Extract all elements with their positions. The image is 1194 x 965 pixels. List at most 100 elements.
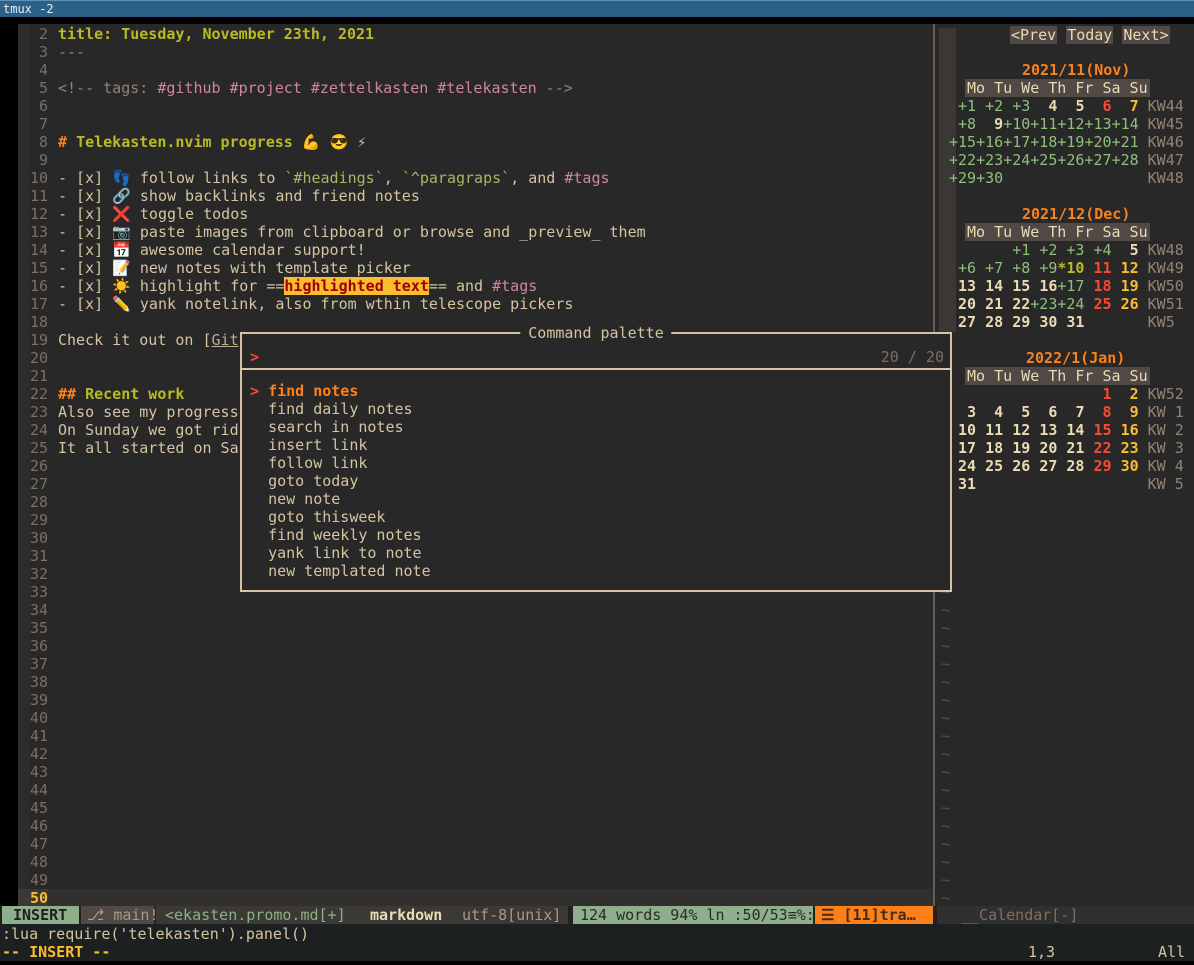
calendar-day[interactable]: 5	[1057, 97, 1084, 115]
calendar-day[interactable]: 20	[1030, 439, 1057, 457]
calendar-day[interactable]: 31	[1057, 313, 1084, 331]
editor-line[interactable]: 9	[18, 151, 933, 169]
editor-line[interactable]: 10- [x] 👣 follow links to `#headings`, `…	[18, 169, 933, 187]
calendar-day[interactable]: 11	[976, 421, 1003, 439]
calendar-day[interactable]: 28	[1057, 457, 1084, 475]
calendar-day[interactable]: +13	[1084, 115, 1111, 133]
calendar-day[interactable]: *10	[1057, 259, 1084, 277]
calendar-day[interactable]: 13	[1030, 421, 1057, 439]
buffer-badge[interactable]: ☰ [11]tra…	[815, 906, 933, 924]
calendar-day[interactable]: +25	[1030, 151, 1057, 169]
editor-line[interactable]: 13- [x] 📷 paste images from clipboard or…	[18, 223, 933, 241]
calendar-day[interactable]: 24	[949, 457, 976, 475]
calendar-day[interactable]: +12	[1057, 115, 1084, 133]
calendar-day[interactable]: 7	[1057, 403, 1084, 421]
calendar-day[interactable]: 10	[949, 421, 976, 439]
palette-item[interactable]: goto thisweek	[242, 508, 950, 526]
editor-line[interactable]: 41	[18, 727, 933, 745]
editor-line[interactable]: 4	[18, 61, 933, 79]
calendar-day[interactable]: +9	[1030, 259, 1057, 277]
calendar-day[interactable]: +24	[1003, 151, 1030, 169]
editor-line[interactable]: 7	[18, 115, 933, 133]
calendar-day[interactable]: +21	[1112, 133, 1139, 151]
editor-line[interactable]: 35	[18, 619, 933, 637]
calendar-day[interactable]: 30	[1112, 457, 1139, 475]
calendar-day[interactable]: 22	[1003, 295, 1030, 313]
calendar-day[interactable]: 28	[976, 313, 1003, 331]
calendar-day[interactable]: 5	[1003, 403, 1030, 421]
calendar-day[interactable]: 1	[1084, 385, 1111, 403]
calendar-day[interactable]: 16	[1112, 421, 1139, 439]
editor-line[interactable]: 15- [x] 📝 new notes with template picker	[18, 259, 933, 277]
palette-item[interactable]: yank link to note	[242, 544, 950, 562]
editor-line[interactable]: 49	[18, 871, 933, 889]
editor-line[interactable]: 36	[18, 637, 933, 655]
editor-line[interactable]: 3---	[18, 43, 933, 61]
calendar-day[interactable]: 30	[1030, 313, 1057, 331]
calendar-day[interactable]: +26	[1057, 151, 1084, 169]
calendar-day[interactable]: 18	[976, 439, 1003, 457]
calendar-day[interactable]: +28	[1112, 151, 1139, 169]
calendar-day[interactable]: +2	[976, 97, 1003, 115]
calendar-day[interactable]: +16	[976, 133, 1003, 151]
calendar-day[interactable]: +17	[1003, 133, 1030, 151]
calendar-prev-button[interactable]: <Prev	[1010, 26, 1057, 44]
calendar-day[interactable]: +10	[1003, 115, 1030, 133]
calendar-pane[interactable]: <Prev Today Next> 2021/11(Nov)Mo Tu We T…	[937, 24, 1194, 906]
calendar-next-button[interactable]: Next>	[1122, 26, 1169, 44]
editor-line[interactable]: 48	[18, 853, 933, 871]
calendar-day[interactable]: 5	[1112, 241, 1139, 259]
calendar-day[interactable]: 23	[1112, 439, 1139, 457]
calendar-day[interactable]: +24	[1057, 295, 1084, 313]
calendar-day[interactable]: +8	[949, 115, 976, 133]
editor-line[interactable]: 43	[18, 763, 933, 781]
palette-item[interactable]: search in notes	[242, 418, 950, 436]
editor-line[interactable]: 44	[18, 781, 933, 799]
calendar-day[interactable]: +3	[1057, 241, 1084, 259]
calendar-day[interactable]: 27	[949, 313, 976, 331]
calendar-day[interactable]: 21	[976, 295, 1003, 313]
calendar-day[interactable]: 19	[1003, 439, 1030, 457]
calendar-day[interactable]: 16	[1030, 277, 1057, 295]
calendar-day[interactable]: 15	[1003, 277, 1030, 295]
palette-item[interactable]: new templated note	[242, 562, 950, 580]
calendar-day[interactable]: 6	[1084, 97, 1111, 115]
palette-item[interactable]: find daily notes	[242, 400, 950, 418]
palette-item[interactable]: find weekly notes	[242, 526, 950, 544]
editor-line[interactable]: 17- [x] ✏️ yank notelink, also from wthi…	[18, 295, 933, 313]
editor-line[interactable]: 11- [x] 🔗 show backlinks and friend note…	[18, 187, 933, 205]
calendar-day[interactable]: 25	[1084, 295, 1111, 313]
editor-line[interactable]: 37	[18, 655, 933, 673]
editor-line[interactable]: 8# Telekasten.nvim progress 💪 😎 ⚡	[18, 133, 933, 151]
calendar-day[interactable]: +27	[1084, 151, 1111, 169]
calendar-day[interactable]: 13	[949, 277, 976, 295]
editor-line[interactable]: 46	[18, 817, 933, 835]
calendar-day[interactable]: +18	[1030, 133, 1057, 151]
calendar-day[interactable]: 2	[1112, 385, 1139, 403]
calendar-day[interactable]: 17	[949, 439, 976, 457]
calendar-day[interactable]: 4	[1030, 97, 1057, 115]
calendar-day[interactable]: 26	[1112, 295, 1139, 313]
calendar-day[interactable]: 7	[1112, 97, 1139, 115]
calendar-day[interactable]: 31	[949, 475, 976, 493]
command-line[interactable]: :lua require('telekasten').panel()	[2, 925, 309, 943]
calendar-day[interactable]: +20	[1084, 133, 1111, 151]
editor-line[interactable]: 39	[18, 691, 933, 709]
calendar-day[interactable]: 27	[1030, 457, 1057, 475]
command-palette-prompt[interactable]: >20 / 20	[242, 348, 950, 366]
calendar-day[interactable]: +17	[1057, 277, 1084, 295]
calendar-day[interactable]: 19	[1112, 277, 1139, 295]
calendar-day[interactable]: +4	[1084, 241, 1111, 259]
calendar-day[interactable]: 6	[1030, 403, 1057, 421]
calendar-day[interactable]: +1	[1003, 241, 1030, 259]
editor-line[interactable]: 2title: Tuesday, November 23th, 2021	[18, 25, 933, 43]
palette-item[interactable]: insert link	[242, 436, 950, 454]
calendar-day[interactable]: 3	[949, 403, 976, 421]
palette-item[interactable]: > find notes	[242, 382, 950, 400]
calendar-day[interactable]: 26	[1003, 457, 1030, 475]
calendar-day[interactable]: 21	[1057, 439, 1084, 457]
calendar-day[interactable]: +8	[1003, 259, 1030, 277]
palette-item[interactable]: new note	[242, 490, 950, 508]
editor-line[interactable]: 42	[18, 745, 933, 763]
calendar-day[interactable]: +19	[1057, 133, 1084, 151]
